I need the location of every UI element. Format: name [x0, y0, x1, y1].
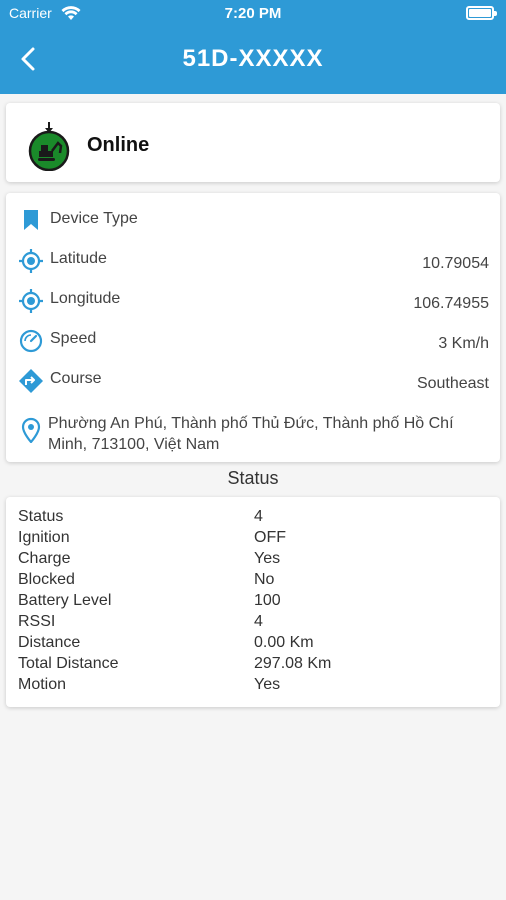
status-section-title: Status — [227, 468, 279, 488]
rssi-key: RSSI — [18, 613, 56, 630]
blocked-value: No — [254, 571, 275, 588]
speedometer-icon — [19, 329, 43, 353]
ignition-key: Ignition — [18, 529, 70, 546]
course-row: Course Southeast — [6, 365, 500, 399]
device-type-row: Device Type — [6, 205, 500, 239]
speed-row: Speed 3 Km/h — [6, 325, 500, 359]
charge-value: Yes — [254, 550, 281, 567]
total-distance-value: 297.08 Km — [254, 655, 332, 672]
status-row-battery-level: Battery Level 100 — [18, 592, 488, 613]
bookmark-icon — [24, 210, 38, 230]
device-info-card: Device Type Latitude 10.79054 Longitude … — [6, 193, 500, 462]
distance-value: 0.00 Km — [254, 634, 314, 651]
longitude-row: Longitude 106.74955 — [6, 285, 500, 319]
speed-value: 3 Km/h — [438, 335, 489, 352]
status-row-motion: Motion Yes — [18, 676, 488, 697]
course-label: Course — [50, 370, 102, 387]
status-row-distance: Distance 0.00 Km — [18, 634, 488, 655]
direction-icon — [19, 369, 43, 393]
speed-label: Speed — [50, 330, 97, 347]
status-row-status: Status 4 — [18, 508, 488, 529]
battery-icon — [466, 6, 497, 20]
online-status-label: Online — [87, 134, 150, 156]
gps-target-icon — [19, 249, 43, 273]
motion-value: Yes — [254, 676, 281, 693]
status-value: 4 — [254, 508, 263, 525]
clock: 7:20 PM — [224, 5, 282, 22]
status-row-total-distance: Total Distance 297.08 Km — [18, 655, 488, 676]
address-row: Phường An Phú, Thành phố Thủ Đức, Thành … — [6, 413, 500, 459]
total-distance-key: Total Distance — [18, 655, 119, 672]
latitude-value: 10.79054 — [422, 255, 489, 272]
latitude-label: Latitude — [50, 250, 107, 267]
longitude-value: 106.74955 — [413, 295, 489, 312]
location-pin-icon — [21, 417, 41, 443]
longitude-label: Longitude — [50, 290, 121, 307]
battery-level-key: Battery Level — [18, 592, 112, 609]
status-card: Status 4 Ignition OFF Charge Yes Blocked… — [6, 497, 500, 707]
status-row-ignition: Ignition OFF — [18, 529, 488, 550]
course-value: Southeast — [416, 375, 489, 392]
status-key: Status — [18, 508, 64, 525]
app-header: Carrier 7:20 PM 51D-XXXXX — [0, 0, 506, 94]
rssi-value: 4 — [254, 613, 263, 630]
charge-key: Charge — [18, 550, 71, 567]
gps-target-icon — [19, 289, 43, 313]
status-row-rssi: RSSI 4 — [18, 613, 488, 634]
battery-level-value: 100 — [254, 592, 281, 609]
page-title: 51D-XXXXX — [182, 45, 324, 72]
status-bar: Carrier 7:20 PM — [0, 0, 506, 28]
address-line-2: Minh, 713100, Việt Nam — [48, 436, 220, 453]
status-row-charge: Charge Yes — [18, 550, 488, 571]
status-row-blocked: Blocked No — [18, 571, 488, 592]
device-status-card[interactable]: Online — [6, 103, 500, 182]
address-line-1: Phường An Phú, Thành phố Thủ Đức, Thành … — [48, 415, 454, 432]
excavator-map-pin-icon — [28, 122, 70, 171]
motion-key: Motion — [18, 676, 67, 693]
address-text: Phường An Phú, Thành phố Thủ Đức, Thành … — [48, 413, 494, 455]
ignition-value: OFF — [254, 529, 286, 546]
device-type-label: Device Type — [50, 210, 138, 227]
distance-key: Distance — [18, 634, 81, 651]
blocked-key: Blocked — [18, 571, 75, 588]
latitude-row: Latitude 10.79054 — [6, 245, 500, 279]
